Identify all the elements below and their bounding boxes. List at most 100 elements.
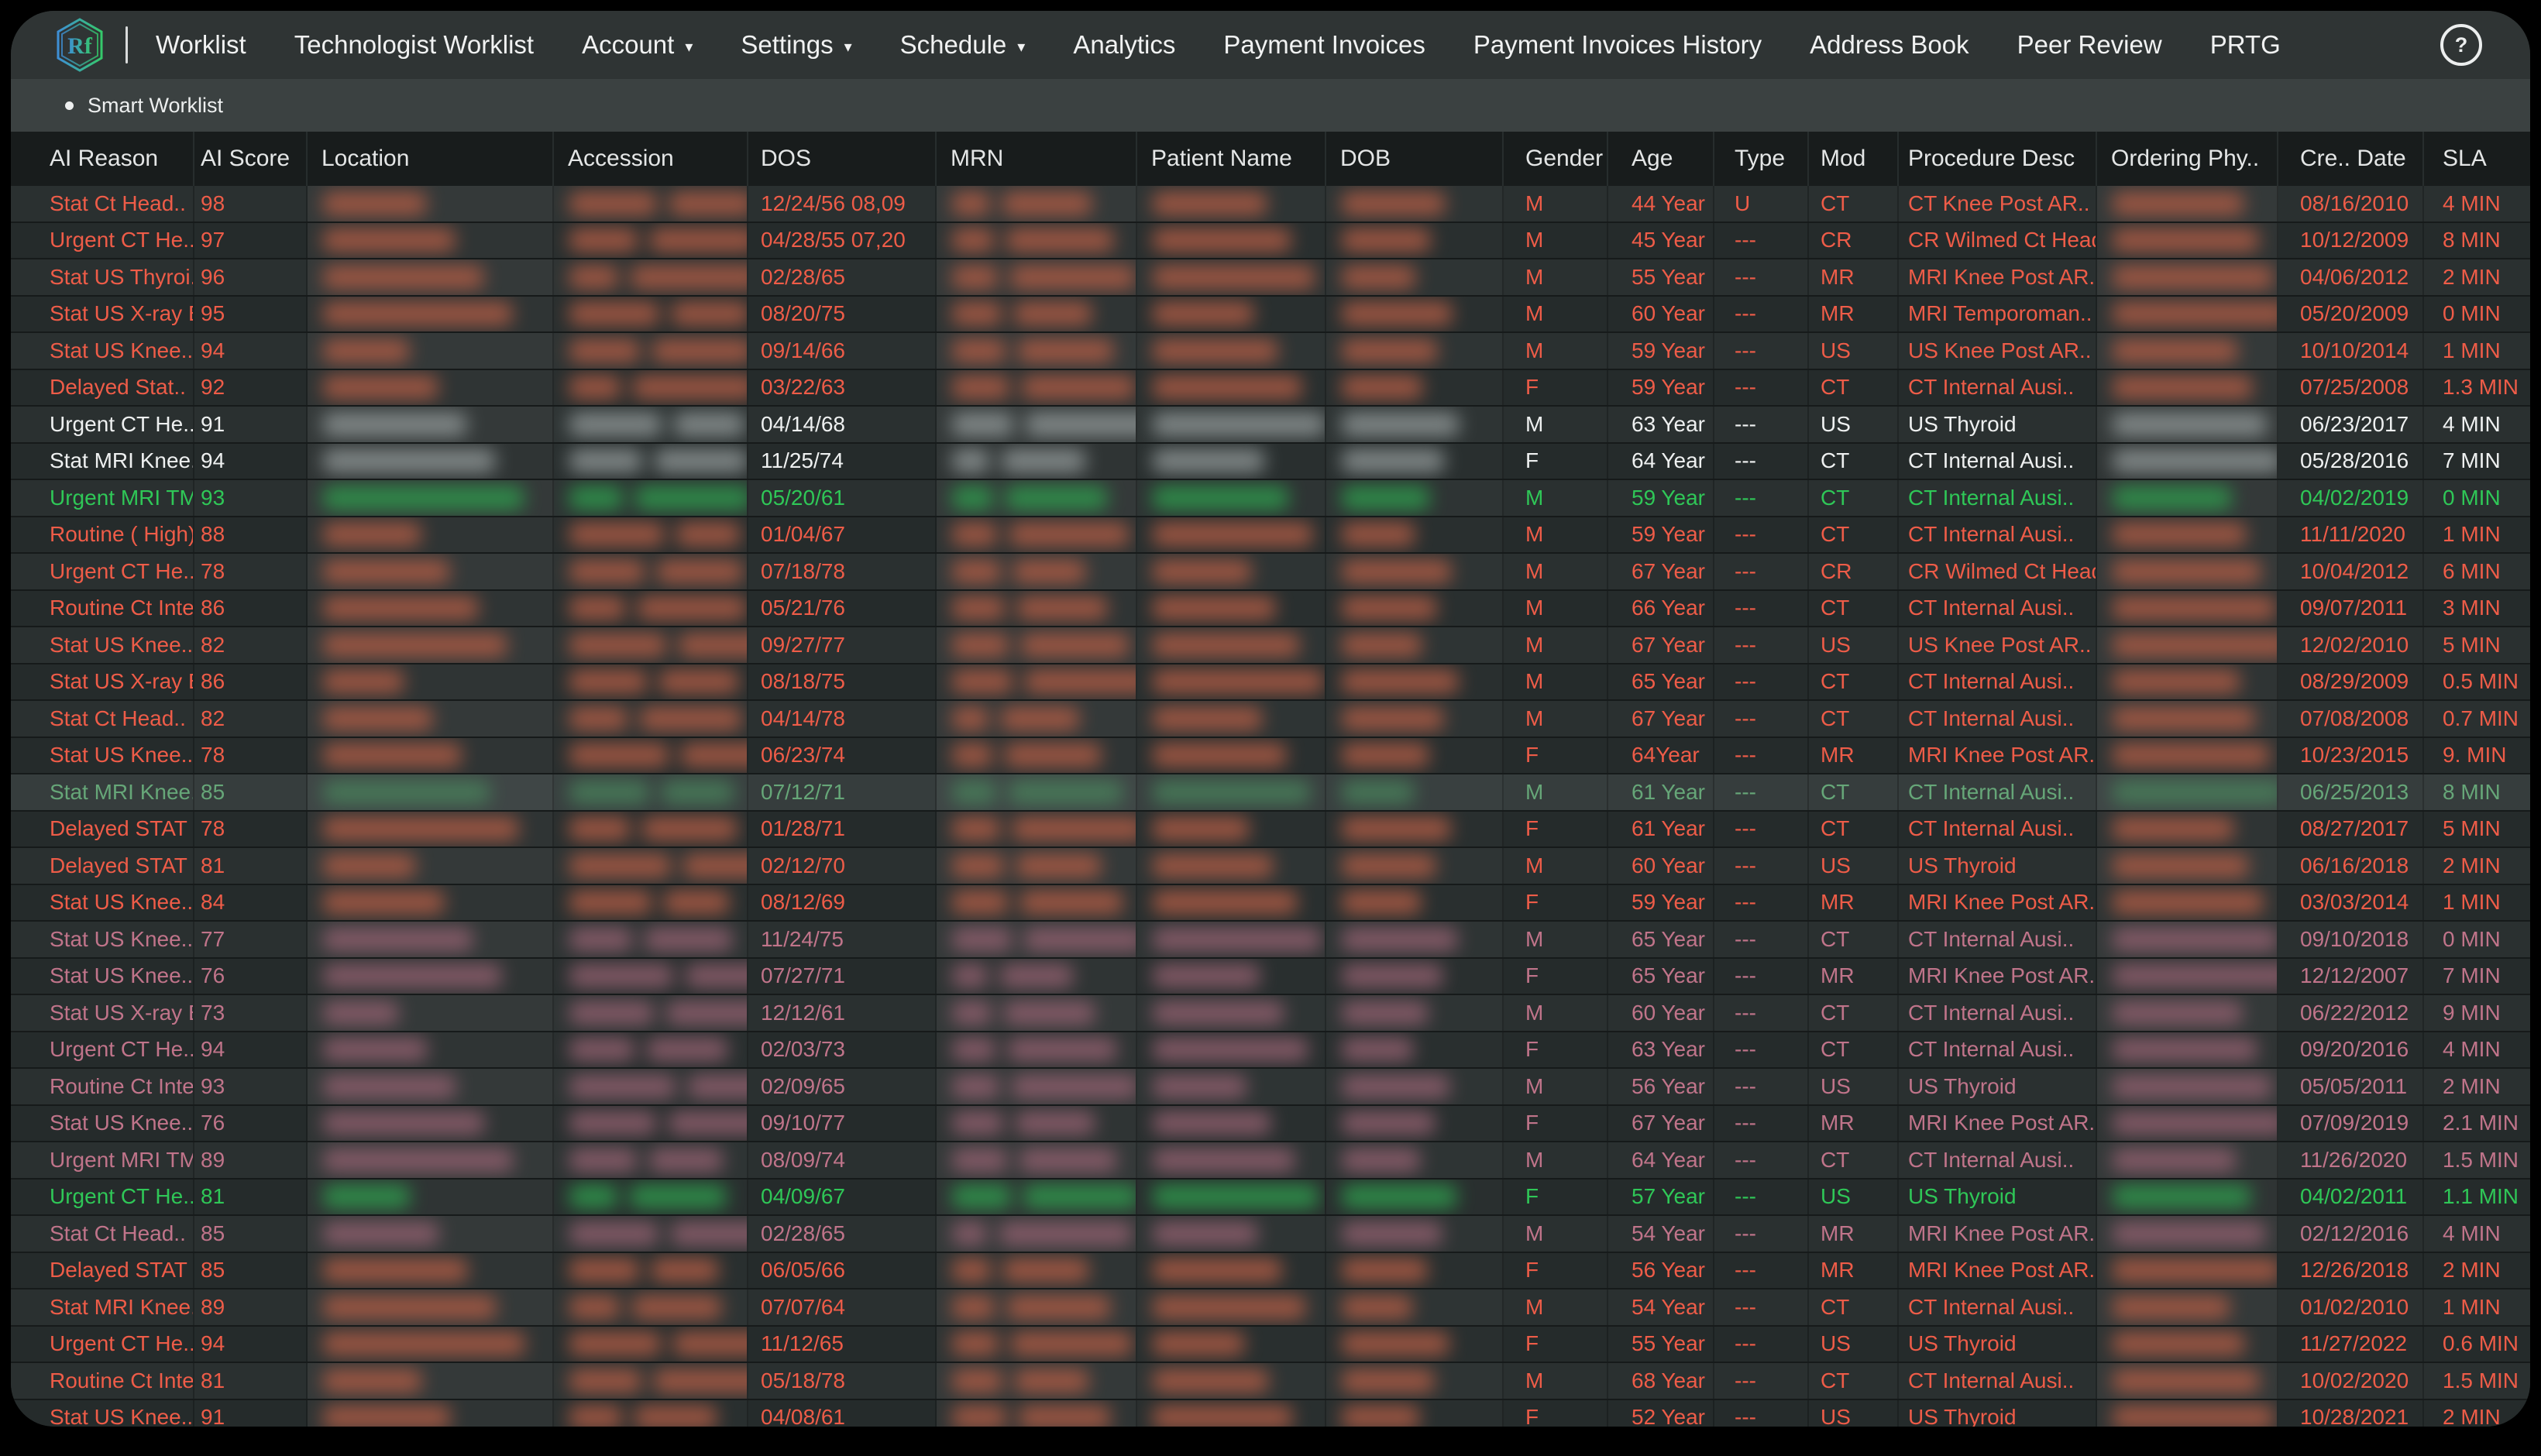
nav-item-settings[interactable]: Settings▾ [741, 30, 851, 60]
cell-age: 67 Year [1608, 701, 1714, 737]
nav-item-address-book[interactable]: Address Book [1810, 30, 1969, 60]
table-row[interactable]: Urgent MRI TM.8908/09/74M64 Year---CTCT … [11, 1142, 2530, 1180]
table-row[interactable]: Stat MRI Knee..8507/12/71M61 Year---CTCT… [11, 774, 2530, 812]
cell-sla: 2 MIN [2424, 1069, 2530, 1104]
table-header: AI ReasonAI ScoreLocationAccessionDOSMRN… [11, 132, 2530, 186]
table-row[interactable]: Stat US X-ray Ei7312/12/61M60 Year---CTC… [11, 995, 2530, 1032]
table-row[interactable]: Stat US Thyroi..9602/28/65M55 Year---MRM… [11, 259, 2530, 297]
table-row[interactable]: Stat MRI Knee..9411/25/74F64 Year---CTCT… [11, 444, 2530, 481]
header-cell-patient[interactable]: Patient Name [1137, 132, 1326, 186]
table-row[interactable]: Stat US Knee..7806/23/74F64Year---MRMRI … [11, 738, 2530, 775]
active-worklist-label[interactable]: Smart Worklist [88, 94, 223, 118]
header-cell-reason[interactable]: AI Reason [36, 132, 194, 186]
nav-item-technologist-worklist[interactable]: Technologist Worklist [294, 30, 534, 60]
table-row[interactable]: Urgent CT He..9104/14/68M63 Year---USUS … [11, 407, 2530, 444]
cell-type: --- [1714, 297, 1809, 332]
table-row[interactable]: Urgent CT He..7807/18/78M67 Year---CRCR … [11, 554, 2530, 591]
cell-accession-redacted [554, 480, 748, 516]
nav-item-worklist[interactable]: Worklist [156, 30, 246, 60]
table-row[interactable]: Stat US Knee..9104/08/61F52 Year---USUS … [11, 1400, 2530, 1427]
app-logo-icon[interactable]: Rf [54, 17, 105, 73]
cell-age: 68 Year [1608, 1363, 1714, 1399]
cell-created: 11/26/2020 [2278, 1142, 2424, 1178]
table-row[interactable]: Stat US Knee..7607/27/71F65 Year---MRMRI… [11, 959, 2530, 996]
table-row[interactable]: Urgent CT He..9402/03/73F63 Year---CTCT … [11, 1032, 2530, 1070]
header-cell-score[interactable]: AI Score [194, 132, 308, 186]
nav-item-payment-invoices-history[interactable]: Payment Invoices History [1473, 30, 1762, 60]
redacted-blob [569, 1296, 620, 1319]
cell-patient-redacted [1137, 1216, 1326, 1252]
header-cell-created[interactable]: Cre.. Date [2278, 132, 2424, 186]
table-row[interactable]: Stat US Knee..7609/10/77F67 Year---MRMRI… [11, 1106, 2530, 1143]
cell-dos: 08/18/75 [748, 664, 937, 700]
redacted-blob [569, 596, 625, 620]
cell-mrn-redacted [937, 1400, 1137, 1427]
header-cell-proc[interactable]: Procedure Desc [1899, 132, 2097, 186]
cell-proc: US Thyroid [1899, 848, 2097, 884]
header-cell-mrn[interactable]: MRN [937, 132, 1137, 186]
table-row[interactable]: Urgent CT He..8104/09/67F57 Year---USUS … [11, 1180, 2530, 1217]
table-row[interactable]: Delayed Stat..9203/22/63F59 Year---CTCT … [11, 370, 2530, 407]
table-row[interactable]: Delayed STAT8506/05/66F56 Year---MRMRI K… [11, 1253, 2530, 1290]
table-row[interactable]: Routine Ct Inte..8605/21/76M66 Year---CT… [11, 591, 2530, 628]
table-row[interactable]: Stat Ct Head..9812/24/56 08,09M44 YearUC… [11, 186, 2530, 223]
table-row[interactable]: Stat US Knee..8408/12/69F59 Year---MRMRI… [11, 885, 2530, 922]
table-row[interactable]: Routine ( High)..8801/04/67M59 Year---CT… [11, 517, 2530, 555]
nav-item-schedule[interactable]: Schedule▾ [900, 30, 1026, 60]
nav-item-analytics[interactable]: Analytics [1073, 30, 1175, 60]
table-row[interactable]: Delayed STAT7801/28/71F61 Year---CTCT In… [11, 812, 2530, 849]
header-cell-ordering[interactable]: Ordering Phy.. [2097, 132, 2278, 186]
help-icon[interactable]: ? [2440, 24, 2482, 66]
header-cell-age[interactable]: Age [1608, 132, 1714, 186]
cell-ordering-redacted [2097, 1106, 2278, 1142]
table-row[interactable]: Urgent MRI TM.9305/20/61M59 Year---CTCT … [11, 480, 2530, 517]
table-row[interactable]: Urgent CT He..9411/12/65F55 Year---USUS … [11, 1327, 2530, 1364]
cell-mod: CT [1809, 664, 1899, 700]
header-cell-sla[interactable]: SLA [2424, 132, 2530, 186]
row-spacer [11, 554, 36, 589]
header-cell-gender[interactable]: Gender [1504, 132, 1608, 186]
table-row[interactable]: Stat Ct Head..8204/14/78M67 Year---CTCT … [11, 701, 2530, 738]
redacted-blob [569, 192, 657, 215]
cell-dos: 04/14/68 [748, 407, 937, 442]
cell-accession-redacted [554, 407, 748, 442]
redacted-blob [323, 817, 518, 840]
nav-item-prtg[interactable]: PRTG [2210, 30, 2281, 60]
cell-accession-redacted [554, 517, 748, 553]
table-row[interactable]: Routine Ct Inte..9302/09/65M56 Year---US… [11, 1069, 2530, 1106]
header-cell-type[interactable]: Type [1714, 132, 1809, 186]
redacted-blob [1342, 1149, 1420, 1172]
table-row[interactable]: Stat MRI Knee..8907/07/64M54 Year---CTCT… [11, 1289, 2530, 1327]
redacted-blob [952, 854, 1004, 877]
table-row[interactable]: Stat Ct Head..8502/28/65M54 Year---MRMRI… [11, 1216, 2530, 1253]
nav-item-account[interactable]: Account▾ [582, 30, 693, 60]
nav-item-payment-invoices[interactable]: Payment Invoices [1223, 30, 1425, 60]
cell-score: 93 [194, 480, 308, 516]
header-cell-dob[interactable]: DOB [1326, 132, 1504, 186]
header-cell-dos[interactable]: DOS [748, 132, 937, 186]
cell-mod: CT [1809, 370, 1899, 406]
cell-type: --- [1714, 1216, 1809, 1252]
table-row[interactable]: Delayed STAT8102/12/70M60 Year---USUS Th… [11, 848, 2530, 885]
header-cell-mod[interactable]: Mod [1809, 132, 1899, 186]
table-row[interactable]: Stat US X-ray Ei9508/20/75M60 Year---MRM… [11, 297, 2530, 334]
redacted-blob [1002, 449, 1085, 472]
cell-dos: 08/12/69 [748, 885, 937, 921]
table-row[interactable]: Urgent CT He..9704/28/55 07,20M45 Year--… [11, 223, 2530, 260]
nav-item-peer-review[interactable]: Peer Review [2017, 30, 2162, 60]
header-cell-location[interactable]: Location [308, 132, 554, 186]
redacted-blob [569, 228, 638, 252]
redacted-blob [323, 560, 449, 583]
table-row[interactable]: Routine Ct Inte..8105/18/78M68 Year---CT… [11, 1363, 2530, 1400]
cell-accession-redacted [554, 333, 748, 369]
table-row[interactable]: Stat US Knee..8209/27/77M67 Year---USUS … [11, 627, 2530, 664]
table-row[interactable]: Stat US Knee..9409/14/66M59 Year---USUS … [11, 333, 2530, 370]
row-spacer [11, 1069, 36, 1104]
cell-created: 05/28/2016 [2278, 444, 2424, 479]
table-row[interactable]: Stat US Knee..7711/24/75M65 Year---CTCT … [11, 922, 2530, 959]
cell-reason: Routine Ct Inte.. [36, 1363, 194, 1399]
header-cell-accession[interactable]: Accession [554, 132, 748, 186]
table-row[interactable]: Stat US X-ray Ei8608/18/75M65 Year---CTC… [11, 664, 2530, 702]
cell-patient-redacted [1137, 407, 1326, 442]
cell-location-redacted [308, 1289, 554, 1325]
